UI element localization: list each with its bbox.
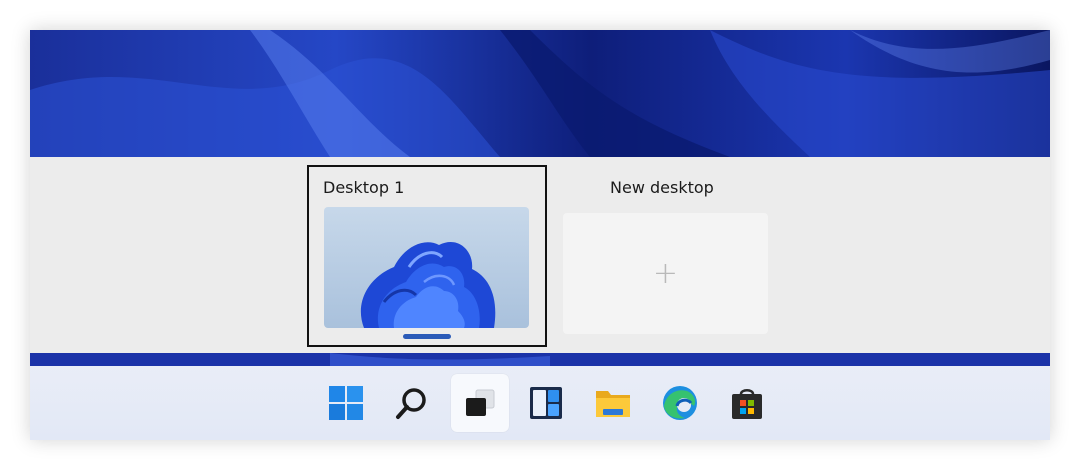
search-button[interactable] [383, 374, 441, 432]
desktop-1-card[interactable]: Desktop 1 [307, 165, 547, 347]
task-view-switcher: Desktop 1 New desktop + [30, 157, 1050, 353]
edge-icon [663, 386, 697, 420]
desktop-screen: Desktop 1 New desktop + [30, 30, 1050, 440]
widgets-button[interactable] [517, 374, 575, 432]
plus-icon: + [652, 256, 679, 291]
new-desktop-tile[interactable]: + [563, 213, 768, 334]
start-button[interactable] [317, 374, 375, 432]
desktop-1-label: Desktop 1 [323, 178, 405, 197]
store-button[interactable] [718, 374, 776, 432]
search-icon [396, 388, 426, 419]
file-explorer-button[interactable] [584, 374, 642, 432]
desktop-1-thumbnail[interactable] [324, 207, 529, 328]
edge-button[interactable] [651, 374, 709, 432]
windows-logo-icon [329, 386, 363, 420]
active-desktop-indicator [403, 334, 451, 339]
new-desktop-card[interactable]: New desktop + [563, 165, 768, 347]
store-icon [732, 389, 762, 419]
new-desktop-label: New desktop [610, 178, 714, 197]
folder-icon [596, 391, 630, 417]
taskbar [30, 366, 1050, 440]
task-view-button[interactable] [451, 374, 509, 432]
widgets-icon [530, 387, 562, 419]
bloom-wallpaper-thumbnail [324, 207, 529, 328]
task-view-icon [466, 389, 495, 416]
